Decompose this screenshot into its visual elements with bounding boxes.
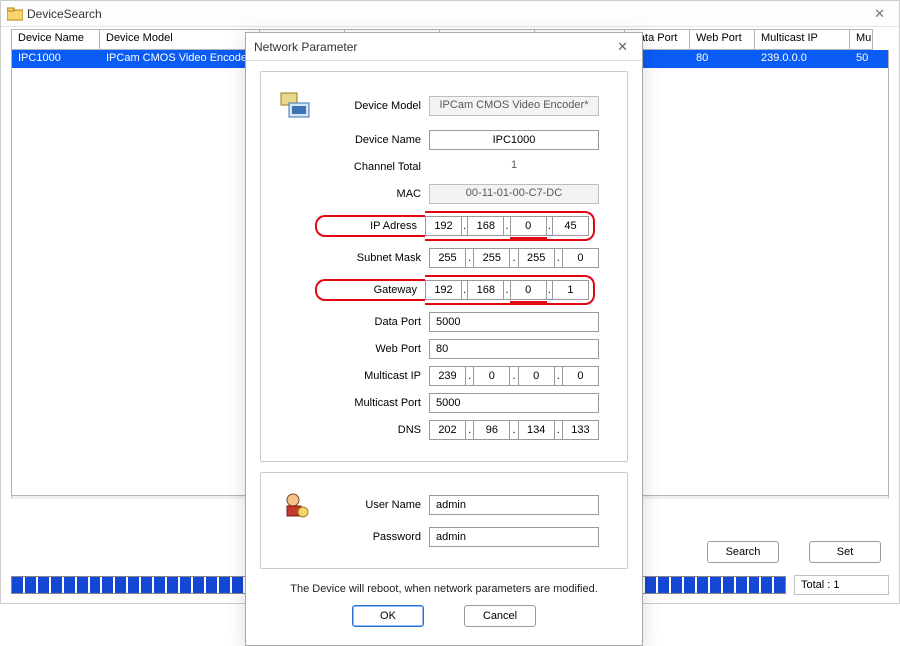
ip-octet-input[interactable] (467, 280, 504, 300)
gateway-input[interactable]: ... (425, 275, 595, 305)
ip-octet-input[interactable] (552, 280, 589, 300)
ok-button[interactable]: OK (352, 605, 424, 627)
label-multicast-port: Multicast Port (319, 397, 429, 409)
column-header[interactable]: Mu (849, 29, 873, 50)
label-password: Password (319, 531, 429, 543)
column-header[interactable]: Device Model (99, 29, 259, 50)
value-device-model: IPCam CMOS Video Encoder* (429, 96, 599, 116)
row-multicast-ip: Multicast IP ... (273, 366, 615, 386)
ip-octet-input[interactable] (518, 248, 555, 268)
user-icon (273, 490, 319, 520)
reboot-note: The Device will reboot, when network par… (260, 579, 628, 605)
label-ip-address: IP Adress (315, 215, 425, 237)
user-name-input[interactable] (429, 495, 599, 515)
table-cell: IPCam CMOS Video Encoder (100, 50, 260, 68)
cancel-button[interactable]: Cancel (464, 605, 536, 627)
main-title: DeviceSearch (27, 7, 102, 21)
main-titlebar: DeviceSearch ✕ (1, 1, 899, 27)
ip-octet-input[interactable] (518, 366, 555, 386)
search-button[interactable]: Search (707, 541, 779, 563)
close-icon[interactable]: ✕ (866, 4, 893, 24)
table-cell: 239.0.0.0 (755, 50, 850, 68)
row-dns: DNS ... (273, 420, 615, 440)
ip-octet-input[interactable] (429, 366, 466, 386)
ip-octet-input[interactable] (562, 366, 599, 386)
dialog-titlebar: Network Parameter ✕ (246, 33, 642, 61)
label-data-port: Data Port (319, 316, 429, 328)
row-ip-address: IP Adress ... (273, 211, 615, 241)
multicast-port-input[interactable] (429, 393, 599, 413)
subnet-mask-input[interactable]: ... (429, 248, 599, 268)
ip-octet-input[interactable] (425, 216, 462, 236)
table-cell: 50 (850, 50, 874, 68)
dialog-close-icon[interactable]: ✕ (611, 37, 634, 57)
data-port-input[interactable] (429, 312, 599, 332)
ip-octet-input[interactable] (467, 216, 504, 236)
label-subnet-mask: Subnet Mask (319, 252, 429, 264)
ip-octet-input[interactable] (473, 248, 510, 268)
dialog-buttons: OK Cancel (260, 605, 628, 641)
network-section: Device Model IPCam CMOS Video Encoder* D… (260, 71, 628, 462)
label-dns: DNS (319, 424, 429, 436)
label-web-port: Web Port (319, 343, 429, 355)
table-cell: IPC1000 (12, 50, 100, 68)
dns-input[interactable]: ... (429, 420, 599, 440)
ip-octet-input[interactable] (429, 420, 466, 440)
device-icon (273, 89, 319, 123)
web-port-input[interactable] (429, 339, 599, 359)
auth-section: User Name Password (260, 472, 628, 569)
folder-icon (7, 7, 23, 21)
multicast-ip-input[interactable]: ... (429, 366, 599, 386)
main-buttons: Search Set (707, 541, 881, 563)
column-header[interactable]: Web Port (689, 29, 754, 50)
label-device-model: Device Model (319, 100, 429, 112)
ip-octet-input[interactable] (473, 420, 510, 440)
ip-octet-input[interactable] (552, 216, 589, 236)
ip-octet-input[interactable] (562, 420, 599, 440)
ip-octet-input[interactable] (518, 420, 555, 440)
row-gateway: Gateway ... (273, 275, 615, 305)
network-parameter-dialog: Network Parameter ✕ Device Model IPCam C… (245, 32, 643, 646)
label-device-name: Device Name (319, 134, 429, 146)
password-input[interactable] (429, 527, 599, 547)
set-button[interactable]: Set (809, 541, 881, 563)
device-name-input[interactable] (429, 130, 599, 150)
total-value: 1 (833, 579, 839, 591)
value-mac: 00-11-01-00-C7-DC (429, 184, 599, 204)
total-label: Total : (801, 579, 833, 591)
column-header[interactable]: Multicast IP (754, 29, 849, 50)
ip-octet-input[interactable] (510, 216, 547, 236)
table-cell: 80 (690, 50, 755, 68)
label-user-name: User Name (319, 499, 429, 511)
label-gateway: Gateway (315, 279, 425, 301)
label-multicast-ip: Multicast IP (319, 370, 429, 382)
dialog-title: Network Parameter (254, 40, 357, 54)
column-header[interactable]: Device Name (11, 29, 99, 50)
dialog-body: Device Model IPCam CMOS Video Encoder* D… (246, 61, 642, 645)
ip-octet-input[interactable] (429, 248, 466, 268)
ip-octet-input[interactable] (510, 280, 547, 300)
ip-address-input[interactable]: ... (425, 211, 595, 241)
row-subnet-mask: Subnet Mask ... (273, 248, 615, 268)
ip-octet-input[interactable] (473, 366, 510, 386)
ip-octet-input[interactable] (425, 280, 462, 300)
ip-octet-input[interactable] (562, 248, 599, 268)
total-box: Total : 1 (794, 575, 889, 595)
label-mac: MAC (319, 188, 429, 200)
label-channel-total: Channel Total (319, 161, 429, 173)
value-channel-total: 1 (429, 157, 599, 177)
